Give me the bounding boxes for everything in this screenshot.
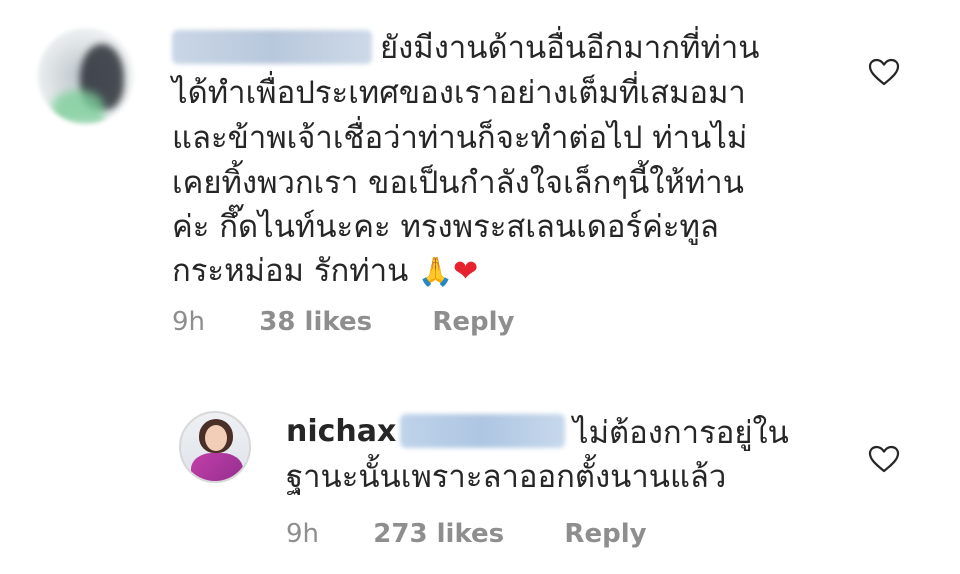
likes-count[interactable]: 38 likes <box>259 307 372 337</box>
comment-text-line: ได้ทำเพื่อประเทศของเราอย่างเต็มที่เสมอมา <box>172 75 746 111</box>
nichax-avatar[interactable] <box>179 411 251 483</box>
comment-text-line-last: กระหม่อม รักท่าน 🙏❤ <box>172 253 479 289</box>
redacted-username[interactable] <box>172 30 372 64</box>
comment-text-line: ยังมีงานด้านอื่นอีกมากที่ท่าน <box>380 30 760 66</box>
reply-text-line: ไม่ต้องการอยู่ใน <box>573 415 789 451</box>
reply-time: 9h <box>286 519 320 549</box>
heart-outline-icon[interactable] <box>868 57 900 87</box>
comment-text-line: ค่ะ กึ๊ดไนท์นะคะ ทรงพระสเลนเดอร์ค่ะทูล <box>172 209 719 245</box>
red-heart-emoji: ❤ <box>453 254 479 289</box>
reply-meta: 9h 273 likes Reply <box>286 517 647 551</box>
reply-button[interactable]: Reply <box>432 307 514 337</box>
comment-time: 9h <box>172 307 206 337</box>
comment-text-line: และข้าพเจ้าเชื่อว่าท่านก็จะทำต่อไป ท่านไ… <box>172 120 748 156</box>
commenter-avatar[interactable] <box>38 28 134 124</box>
comment-text-line: เคยทิ้งพวกเรา ขอเป็นกำลังใจเล็กๆนี้ให้ท่… <box>172 165 744 201</box>
praying-hands-emoji: 🙏 <box>418 255 454 288</box>
comment-meta: 9h 38 likes Reply <box>172 305 514 339</box>
reply-button[interactable]: Reply <box>564 519 646 549</box>
reply-username[interactable]: nichax <box>286 412 396 452</box>
reply-text-line: ฐานะนั้นเพราะลาออกตั้งนานแล้ว <box>286 459 727 495</box>
redacted-mention[interactable] <box>400 414 565 448</box>
likes-count[interactable]: 273 likes <box>373 519 504 549</box>
heart-outline-icon[interactable] <box>868 444 900 474</box>
